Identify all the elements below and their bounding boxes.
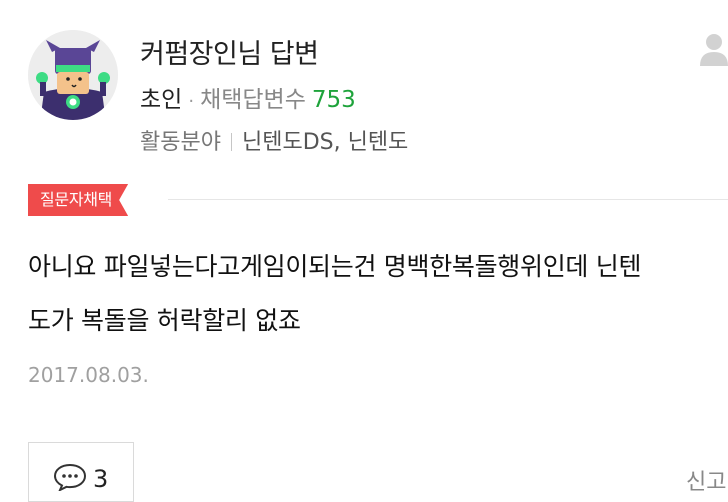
field-divider: [230, 133, 232, 151]
badge-divider-line: [168, 199, 728, 200]
activity-field-value: 닌텐도DS, 닌텐도: [241, 130, 409, 155]
character-avatar-icon: [28, 30, 118, 120]
comment-button[interactable]: 3: [28, 442, 134, 502]
answerer-rank: 초인: [140, 87, 183, 113]
report-button[interactable]: 신고: [686, 464, 726, 496]
answer-body: 아니요 파일넣는다고게임이되는건 명백한복돌행위인데 닌텐 도가 복돌을 허락할…: [28, 240, 728, 348]
answerer-avatar[interactable]: [28, 30, 118, 120]
meta-separator: ·: [188, 91, 195, 112]
activity-field: 활동분야 닌텐도DS, 닌텐도: [140, 124, 408, 156]
answerer-meta: 초인 · 채택답변수 753: [140, 80, 356, 114]
profile-button[interactable]: [700, 32, 728, 66]
answerer-name[interactable]: 커펌장인님 답변: [140, 32, 319, 71]
speech-bubble-icon: [53, 463, 87, 491]
answer-line: 아니요 파일넣는다고게임이되는건 명백한복돌행위인데 닌텐: [28, 252, 642, 281]
adopted-answers-label: 채택답변수: [200, 87, 306, 113]
questioner-adopted-badge: 질문자채택: [28, 184, 128, 216]
adopted-answers-count: 753: [311, 87, 356, 113]
person-icon: [700, 34, 728, 66]
activity-field-label: 활동분야: [140, 130, 221, 155]
answer-line: 도가 복돌을 허락할리 없죠: [28, 306, 301, 335]
answer-date: 2017.08.03.: [28, 363, 149, 387]
